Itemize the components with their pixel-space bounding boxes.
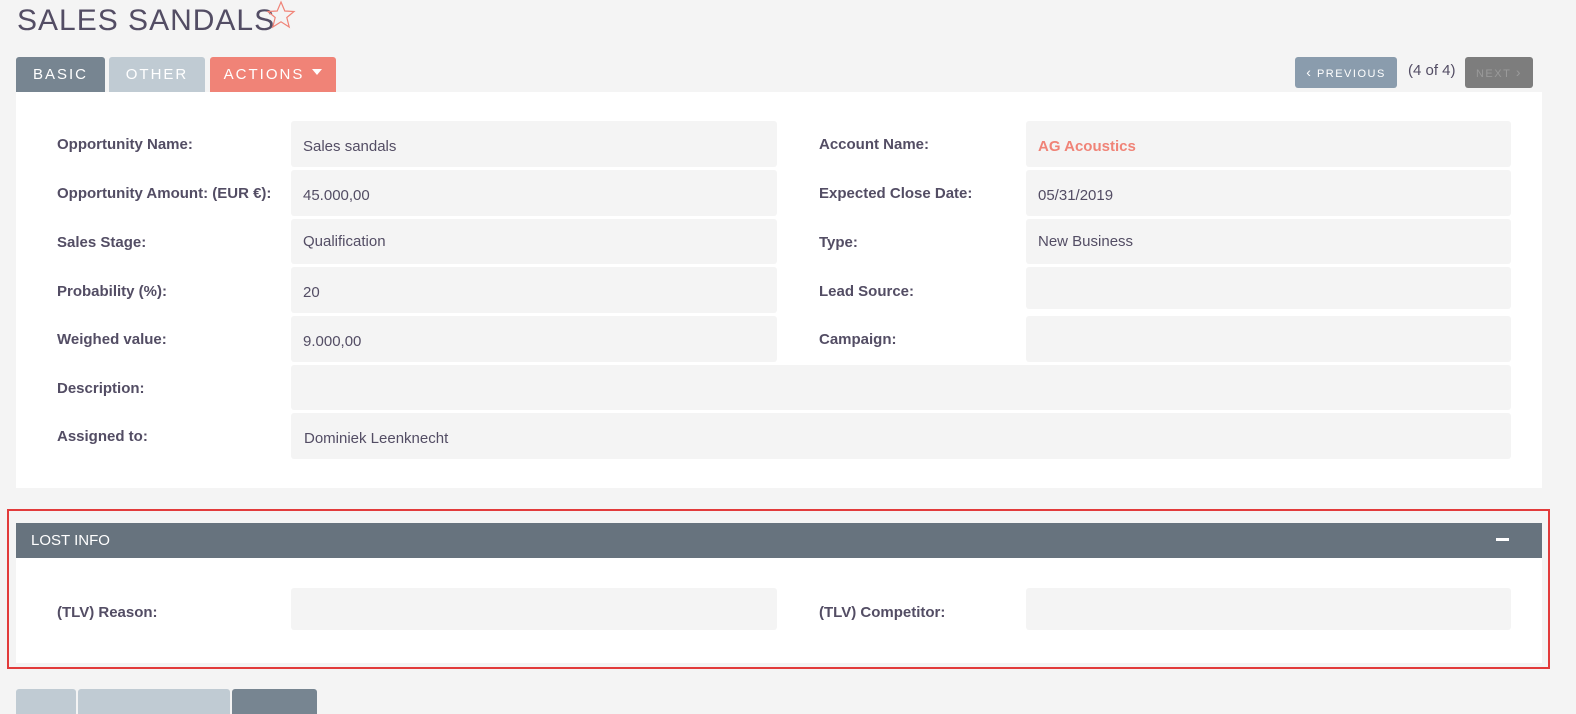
bottom-tab-1[interactable] bbox=[16, 689, 76, 714]
bottom-tab-2[interactable] bbox=[78, 689, 230, 714]
page-title: SALES SANDALS bbox=[17, 4, 276, 37]
tab-basic-label: BASIC bbox=[32, 66, 88, 83]
previous-button[interactable]: ‹ PREVIOUS bbox=[1295, 57, 1397, 88]
account-name-link[interactable]: AG Acoustics bbox=[1038, 138, 1136, 155]
weighed-value-field[interactable]: 9.000,00 bbox=[291, 316, 777, 362]
type-field[interactable]: New Business bbox=[1026, 219, 1511, 264]
bottom-tab-3[interactable] bbox=[232, 689, 317, 714]
account-name-field: AG Acoustics bbox=[1026, 121, 1511, 167]
description-field[interactable] bbox=[291, 365, 1511, 410]
star-icon[interactable] bbox=[266, 0, 296, 30]
opportunity-amount-label: Opportunity Amount: (EUR €): bbox=[57, 185, 272, 202]
lead-source-field[interactable] bbox=[1026, 267, 1511, 309]
probability-label: Probability (%): bbox=[57, 283, 168, 300]
sales-stage-field[interactable]: Qualification bbox=[291, 219, 777, 264]
expected-close-date-field[interactable]: 05/31/2019 bbox=[1026, 170, 1511, 216]
actions-label: ACTIONS bbox=[223, 66, 305, 83]
opportunity-name-label: Opportunity Name: bbox=[57, 136, 193, 153]
pagination-position: (4 of 4) bbox=[1408, 62, 1456, 79]
campaign-label: Campaign: bbox=[819, 331, 897, 348]
tab-basic[interactable]: BASIC bbox=[16, 57, 105, 92]
expected-close-date-label: Expected Close Date: bbox=[819, 185, 973, 202]
account-name-label: Account Name: bbox=[819, 136, 930, 153]
next-label: NEXT bbox=[1475, 68, 1512, 80]
tab-other-label: OTHER bbox=[125, 66, 189, 83]
campaign-field[interactable] bbox=[1026, 316, 1511, 362]
assigned-to-label: Assigned to: bbox=[57, 428, 148, 445]
next-button[interactable]: NEXT › bbox=[1465, 57, 1533, 88]
previous-label: PREVIOUS bbox=[1316, 68, 1386, 80]
tab-other[interactable]: OTHER bbox=[109, 57, 205, 92]
sales-stage-label: Sales Stage: bbox=[57, 234, 147, 251]
lead-source-label: Lead Source: bbox=[819, 283, 915, 300]
opportunity-amount-field[interactable]: 45.000,00 bbox=[291, 170, 777, 216]
opportunity-name-field[interactable]: Sales sandals bbox=[291, 121, 777, 167]
description-label: Description: bbox=[57, 380, 145, 397]
actions-dropdown[interactable]: ACTIONS bbox=[210, 57, 336, 92]
caret-down-icon bbox=[312, 69, 323, 76]
probability-field[interactable]: 20 bbox=[291, 267, 777, 313]
chevron-left-icon: ‹ bbox=[1306, 64, 1313, 80]
weighed-value-label: Weighed value: bbox=[57, 331, 167, 348]
chevron-right-icon: › bbox=[1515, 64, 1523, 80]
highlight-box bbox=[7, 509, 1550, 669]
assigned-to-field[interactable]: Dominiek Leenknecht bbox=[291, 413, 1511, 459]
type-label: Type: bbox=[819, 234, 858, 251]
